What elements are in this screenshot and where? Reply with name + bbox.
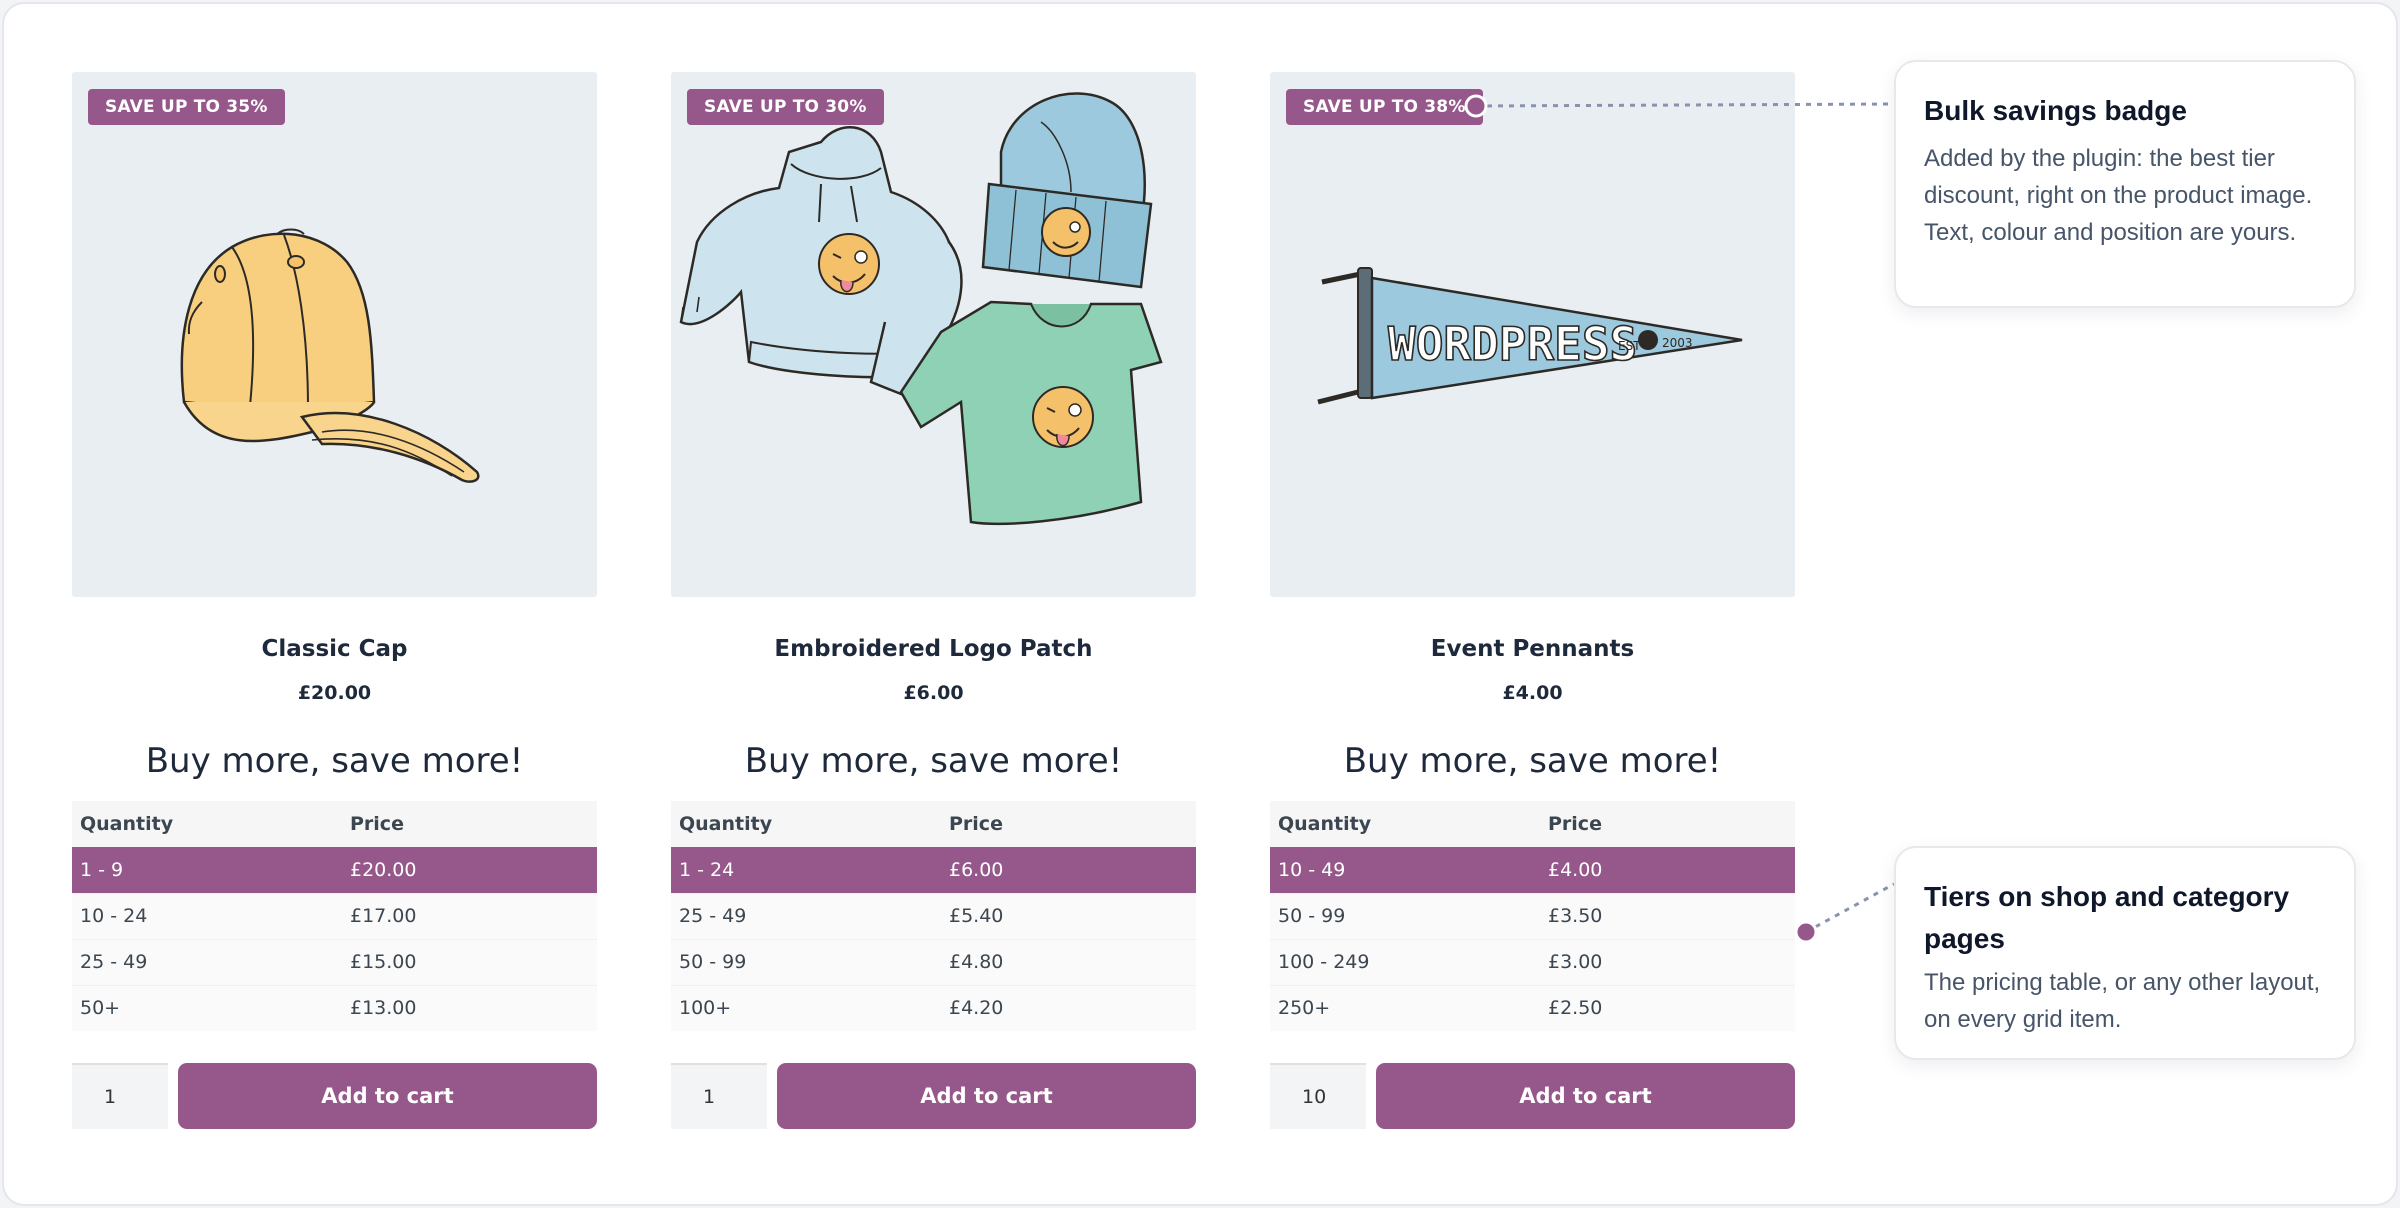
product-price: £4.00 — [1502, 682, 1563, 704]
tier-price: £4.80 — [941, 938, 1196, 985]
cap-illustration-icon — [180, 228, 480, 483]
tier-price: £3.50 — [1540, 892, 1795, 939]
table-row: 1 - 24 £6.00 — [671, 847, 1196, 893]
tier-price: £5.40 — [941, 892, 1196, 939]
tier-quantity: 100 - 249 — [1270, 938, 1540, 985]
tier-quantity: 100+ — [671, 984, 941, 1031]
tier-quantity: 50+ — [72, 984, 342, 1031]
tier-price: £13.00 — [342, 984, 597, 1031]
pricing-table: Quantity Price 1 - 24 £6.00 25 - 49 £5.4… — [671, 801, 1196, 1031]
quantity-header: Quantity — [72, 801, 342, 847]
quantity-input[interactable] — [671, 1063, 767, 1129]
tier-price: £4.20 — [941, 984, 1196, 1031]
product-card-event-pennants: WORDPRESS EST 2003 SAVE UP TO 38% Event … — [1270, 72, 1795, 1129]
product-title[interactable]: Embroidered Logo Patch — [671, 633, 1196, 665]
pricing-table-header: Quantity Price — [1270, 801, 1795, 847]
product-title[interactable]: Event Pennants — [1270, 633, 1795, 665]
quantity-header: Quantity — [671, 801, 941, 847]
price-header: Price — [1540, 801, 1795, 847]
merch-illustration-icon — [679, 92, 1163, 526]
table-row: 25 - 49 £5.40 — [671, 892, 1196, 939]
pennant-year: 2003 — [1662, 336, 1693, 350]
tier-quantity: 250+ — [1270, 984, 1540, 1031]
tier-heading: Buy more, save more! — [744, 741, 1123, 781]
quantity-header: Quantity — [1270, 801, 1540, 847]
callout-body: The pricing table, or any other layout, … — [1924, 969, 2321, 1033]
callout-tiers-on-shop: Tiers on shop and category pages The pri… — [1894, 846, 2356, 1060]
callout-bulk-savings-badge: Bulk savings badge Added by the plugin: … — [1894, 60, 2356, 308]
add-to-cart-button[interactable]: Add to cart — [777, 1063, 1196, 1129]
tier-heading: Buy more, save more! — [1343, 741, 1722, 781]
price-header: Price — [941, 801, 1196, 847]
table-row: 1 - 9 £20.00 — [72, 847, 597, 893]
bulk-savings-badge: SAVE UP TO 38% — [1286, 89, 1483, 125]
product-price: £20.00 — [297, 682, 372, 704]
tier-quantity: 10 - 24 — [72, 892, 342, 939]
table-row: 50 - 99 £4.80 — [671, 938, 1196, 985]
cart-row: Add to cart — [72, 1063, 597, 1129]
add-to-cart-button[interactable]: Add to cart — [178, 1063, 597, 1129]
tier-price: £2.50 — [1540, 984, 1795, 1031]
cart-row: Add to cart — [671, 1063, 1196, 1129]
tier-price: £17.00 — [342, 892, 597, 939]
pricing-table-header: Quantity Price — [671, 801, 1196, 847]
product-card-embroidered-logo-patch: SAVE UP TO 30% Embroidered Logo Patch £6… — [671, 72, 1196, 1129]
pennant-est: EST — [1618, 339, 1641, 353]
pricing-table: Quantity Price 1 - 9 £20.00 10 - 24 £17.… — [72, 801, 597, 1031]
pennant-text: WORDPRESS — [1388, 317, 1637, 371]
pricing-table-header: Quantity Price — [72, 801, 597, 847]
tier-price: £3.00 — [1540, 938, 1795, 985]
tier-quantity: 25 - 49 — [671, 892, 941, 939]
product-title[interactable]: Classic Cap — [72, 633, 597, 665]
add-to-cart-button[interactable]: Add to cart — [1376, 1063, 1795, 1129]
price-header: Price — [342, 801, 597, 847]
tier-price: £4.00 — [1540, 847, 1795, 893]
tier-price: £6.00 — [941, 847, 1196, 893]
tier-price: £15.00 — [342, 938, 597, 985]
screenshot-frame: SAVE UP TO 35% Classic Cap £20.00 Buy mo… — [2, 2, 2398, 1206]
product-price: £6.00 — [903, 682, 964, 704]
callout-title: Tiers on shop and category pages — [1924, 881, 2290, 954]
callout-body: Added by the plugin: the best tier disco… — [1924, 145, 2313, 246]
table-row: 25 - 49 £15.00 — [72, 938, 597, 985]
table-row: 50 - 99 £3.50 — [1270, 892, 1795, 939]
table-row: 250+ £2.50 — [1270, 984, 1795, 1031]
tier-quantity: 1 - 24 — [671, 847, 941, 893]
cart-row: Add to cart — [1270, 1063, 1795, 1129]
tier-price: £20.00 — [342, 847, 597, 893]
bulk-savings-badge: SAVE UP TO 35% — [88, 89, 285, 125]
tier-quantity: 50 - 99 — [1270, 892, 1540, 939]
product-image[interactable]: SAVE UP TO 35% — [72, 72, 597, 597]
table-row: 50+ £13.00 — [72, 984, 597, 1031]
table-row: 10 - 24 £17.00 — [72, 892, 597, 939]
quantity-input[interactable] — [1270, 1063, 1366, 1129]
bulk-savings-badge: SAVE UP TO 30% — [687, 89, 884, 125]
product-image[interactable]: SAVE UP TO 30% — [671, 72, 1196, 597]
tier-quantity: 1 - 9 — [72, 847, 342, 893]
table-row: 10 - 49 £4.00 — [1270, 847, 1795, 893]
tier-quantity: 50 - 99 — [671, 938, 941, 985]
quantity-input[interactable] — [72, 1063, 168, 1129]
product-image[interactable]: WORDPRESS EST 2003 SAVE UP TO 38% — [1270, 72, 1795, 597]
table-row: 100+ £4.20 — [671, 984, 1196, 1031]
tiers-connector-dot — [1794, 920, 1818, 944]
product-card-classic-cap: SAVE UP TO 35% Classic Cap £20.00 Buy mo… — [72, 72, 597, 1129]
tiers-connector-line — [1805, 882, 1895, 934]
pricing-table: Quantity Price 10 - 49 £4.00 50 - 99 £3.… — [1270, 801, 1795, 1031]
pennant-illustration-icon: WORDPRESS EST 2003 — [1317, 267, 1743, 405]
tier-heading: Buy more, save more! — [145, 741, 524, 781]
callout-title: Bulk savings badge — [1924, 95, 2187, 126]
table-row: 100 - 249 £3.00 — [1270, 938, 1795, 985]
tier-quantity: 10 - 49 — [1270, 847, 1540, 893]
tier-quantity: 25 - 49 — [72, 938, 342, 985]
